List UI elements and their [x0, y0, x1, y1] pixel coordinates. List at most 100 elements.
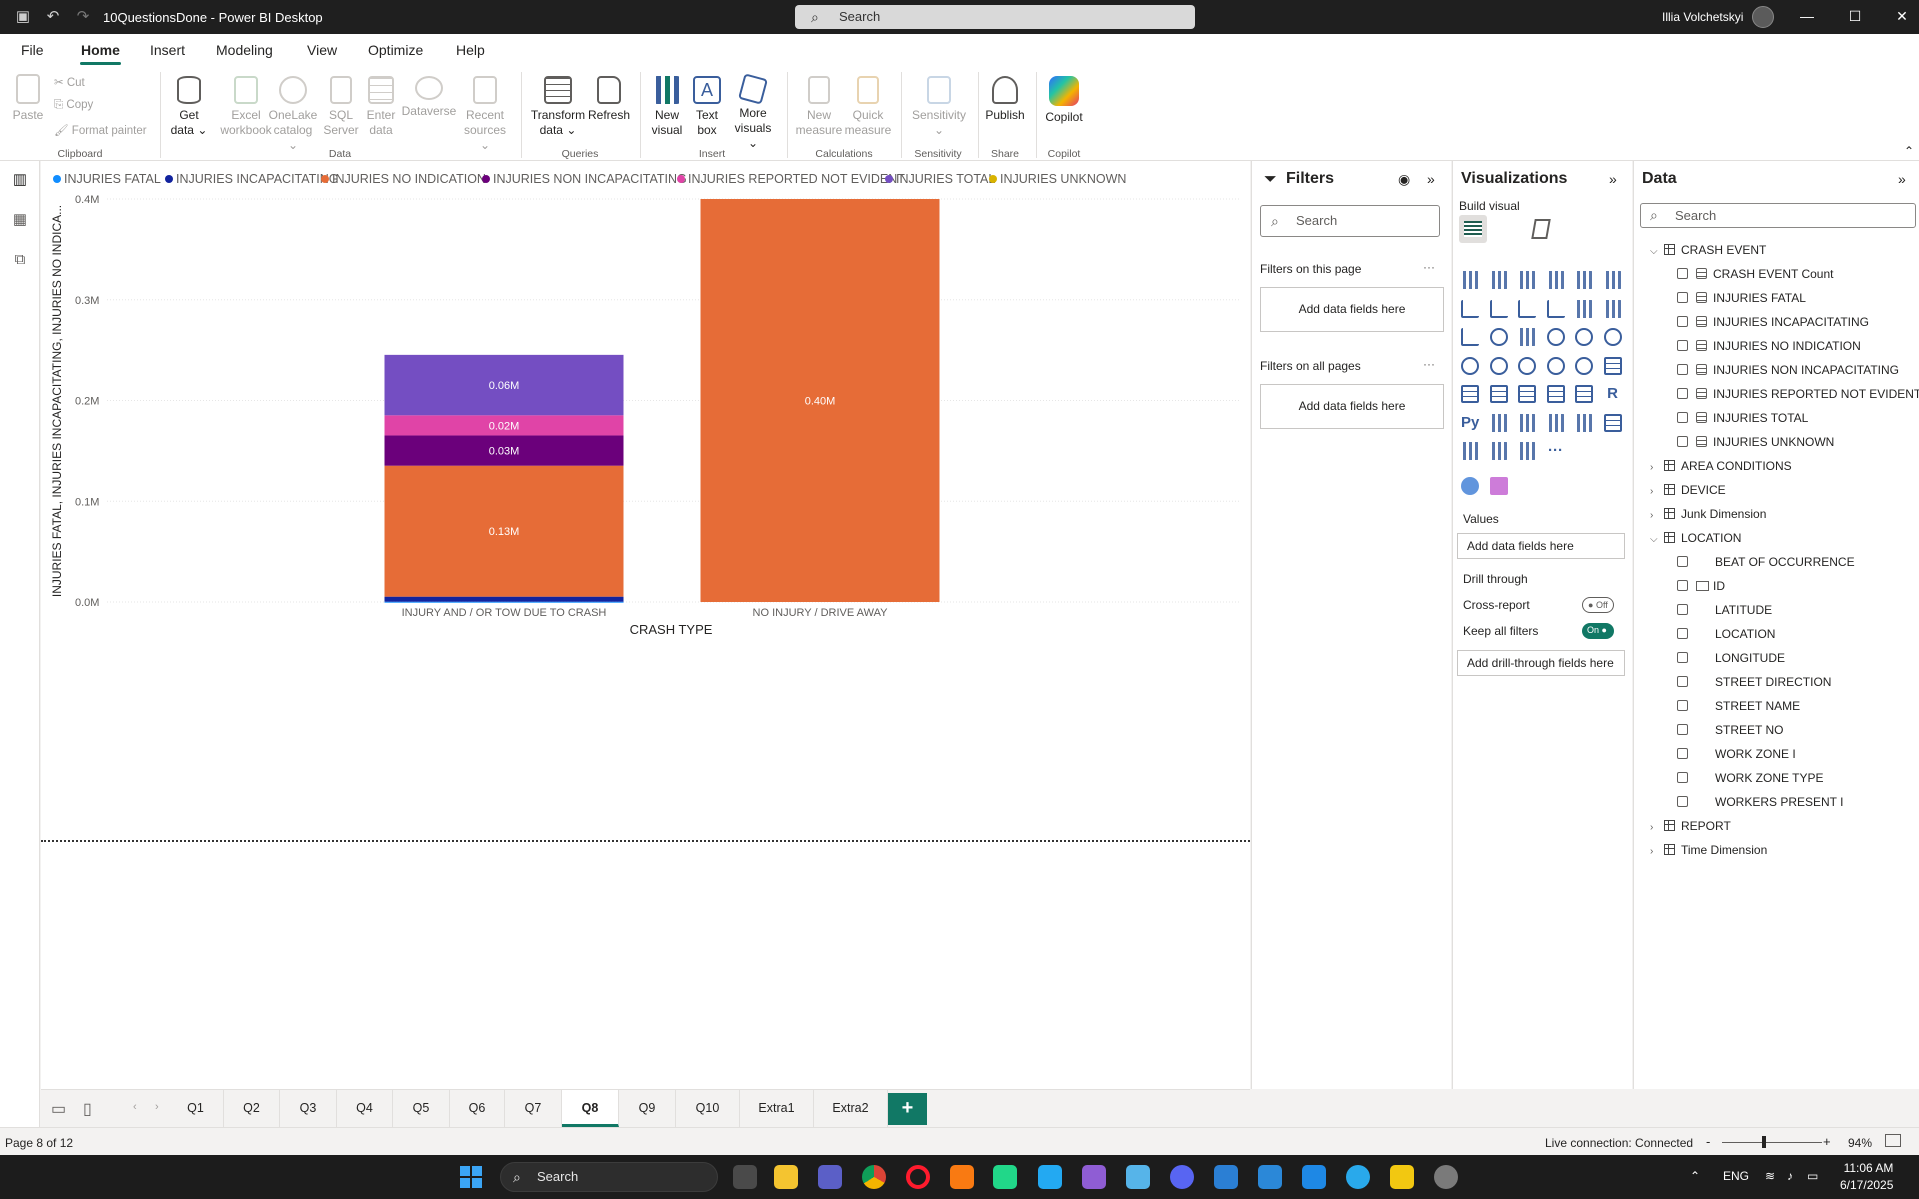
stacked-area-icon[interactable] [1518, 299, 1536, 318]
field-item[interactable]: STREET DIRECTION [1677, 673, 1831, 691]
field-checkbox[interactable] [1677, 772, 1688, 783]
chrome-icon[interactable] [862, 1165, 886, 1189]
title-search-box[interactable]: ⌕ Search [795, 5, 1195, 29]
table-node[interactable]: › REPORT [1650, 817, 1731, 835]
page-tab-q5[interactable]: Q5 [393, 1090, 450, 1127]
keep-filters-toggle[interactable]: On ● [1582, 623, 1614, 639]
funnel-icon[interactable] [1518, 328, 1536, 346]
power-apps-icon[interactable] [1461, 442, 1479, 460]
sql-server-button[interactable]: SQL Server [322, 76, 360, 138]
field-item[interactable]: INJURIES NO INDICATION [1677, 337, 1861, 355]
table-icon[interactable] [1546, 385, 1565, 403]
enter-data-button[interactable]: Enter data [362, 76, 400, 138]
field-checkbox[interactable] [1677, 676, 1688, 687]
chevron-right-icon[interactable]: › [1650, 843, 1664, 861]
more-visuals-button[interactable]: More visuals ⌄ [728, 73, 778, 151]
gauge-icon[interactable] [1575, 356, 1593, 375]
add-page-button[interactable]: + [888, 1093, 927, 1125]
field-checkbox[interactable] [1677, 340, 1688, 351]
r-visual-icon[interactable]: R [1604, 385, 1622, 403]
field-item[interactable]: WORK ZONE I [1677, 745, 1796, 763]
bar-segment[interactable] [384, 601, 624, 603]
avatar[interactable] [1752, 6, 1774, 28]
chevron-right-icon[interactable]: › [1650, 819, 1664, 837]
qa-icon[interactable] [1546, 413, 1565, 432]
power-automate-icon[interactable] [1489, 442, 1508, 460]
new-visual-button[interactable]: New visual [648, 76, 686, 138]
decomposition-tree-icon[interactable] [1518, 413, 1536, 432]
field-item[interactable]: INJURIES REPORTED NOT EVIDENT [1677, 385, 1919, 403]
refresh-button[interactable]: Refresh [587, 76, 631, 123]
field-item[interactable]: WORKERS PRESENT I [1677, 793, 1843, 811]
teams-icon[interactable] [818, 1165, 842, 1189]
field-checkbox[interactable] [1677, 748, 1688, 759]
stacked-bar-icon[interactable] [1461, 271, 1479, 289]
copy-button[interactable]: ⎘ Copy [54, 99, 93, 112]
previous-page-icon[interactable]: ‹ [133, 1101, 137, 1113]
menu-modeling[interactable]: Modeling [216, 42, 273, 58]
undo-icon[interactable]: ↶ [44, 8, 62, 26]
battery-icon[interactable]: ▭ [1807, 1169, 1818, 1183]
data-search-input[interactable]: ⌕ Search [1640, 203, 1916, 228]
chevron-down-icon[interactable]: ⌵ [1650, 243, 1664, 261]
chevron-down-icon[interactable]: ⌵ [1650, 531, 1664, 549]
page-tab-q7[interactable]: Q7 [505, 1090, 562, 1127]
file-explorer-icon[interactable] [774, 1165, 798, 1189]
filters-page-drop-zone[interactable]: Add data fields here [1260, 287, 1444, 332]
notepad-icon[interactable] [1302, 1165, 1326, 1189]
matrix-icon[interactable] [1575, 385, 1593, 403]
drill-through-drop-zone[interactable]: Add drill-through fields here [1457, 650, 1625, 676]
task-view-icon[interactable] [733, 1165, 757, 1189]
zoom-slider[interactable] [1722, 1142, 1822, 1143]
onelake-catalog-button[interactable]: OneLake catalog ⌄ [268, 76, 318, 153]
tray-chevron-icon[interactable]: ⌃ [1690, 1169, 1700, 1183]
page-tab-q4[interactable]: Q4 [337, 1090, 393, 1127]
combo-chart-icon[interactable] [1603, 299, 1622, 318]
model-view-icon[interactable]: ⧉ [11, 251, 29, 269]
table-node[interactable]: › DEVICE [1650, 481, 1726, 499]
transform-data-button[interactable]: Transform data ⌄ [529, 76, 587, 138]
field-checkbox[interactable] [1677, 604, 1688, 615]
collapse-pane-icon[interactable]: » [1609, 171, 1617, 187]
pycharm-icon[interactable] [993, 1165, 1017, 1189]
format-painter-button[interactable]: 🖌 Format painter [54, 123, 147, 137]
page-tab-extra1[interactable]: Extra1 [740, 1090, 814, 1127]
more-visuals-icon[interactable]: ··· [1547, 442, 1565, 460]
page-tab-q8[interactable]: Q8 [562, 1090, 619, 1127]
windows-start-icon[interactable] [460, 1166, 482, 1188]
table-node[interactable]: › Time Dimension [1650, 841, 1767, 859]
mobile-layout-icon[interactable]: ▯ [83, 1099, 92, 1119]
azure-map-icon[interactable] [1546, 356, 1565, 375]
menu-optimize[interactable]: Optimize [368, 42, 423, 58]
legend-item[interactable]: INJURIES TOTAL [885, 172, 995, 186]
save-icon[interactable]: ▣ [14, 8, 32, 26]
excel-workbook-button[interactable]: Excel workbook [218, 76, 274, 138]
close-icon[interactable]: ✕ [1892, 8, 1912, 25]
treemap-icon[interactable] [1461, 356, 1479, 375]
custom-chart-icon[interactable] [1489, 476, 1508, 495]
power-bi-icon[interactable] [1390, 1165, 1414, 1189]
page-tab-q1[interactable]: Q1 [168, 1090, 224, 1127]
page-tab-q6[interactable]: Q6 [450, 1090, 505, 1127]
dataverse-button[interactable]: Dataverse [400, 76, 458, 119]
legend-item[interactable]: INJURIES NON INCAPACITATING [482, 172, 687, 186]
next-page-icon[interactable]: › [155, 1101, 159, 1113]
100-column-icon[interactable] [1603, 271, 1622, 289]
field-checkbox[interactable] [1677, 292, 1688, 303]
menu-view[interactable]: View [307, 42, 337, 58]
filters-search-input[interactable]: ⌕ Search [1260, 205, 1440, 237]
chevron-right-icon[interactable]: › [1650, 483, 1664, 501]
ribbon-chart-icon[interactable] [1546, 299, 1565, 318]
zoom-slider-thumb[interactable] [1762, 1136, 1766, 1148]
copilot-button[interactable]: Copilot [1040, 76, 1088, 125]
100-bar-icon[interactable] [1575, 271, 1593, 289]
eye-icon[interactable]: ◉ [1398, 171, 1410, 188]
quick-measure-button[interactable]: Quick measure [843, 76, 893, 138]
format-visual-tab[interactable] [1527, 215, 1555, 243]
field-item[interactable]: BEAT OF OCCURRENCE [1677, 553, 1855, 571]
telegram-icon[interactable] [1346, 1165, 1370, 1189]
map-icon[interactable] [1489, 356, 1508, 375]
clustered-column-icon[interactable] [1489, 271, 1508, 289]
field-item[interactable]: LONGITUDE [1677, 649, 1785, 667]
field-checkbox[interactable] [1677, 316, 1688, 327]
